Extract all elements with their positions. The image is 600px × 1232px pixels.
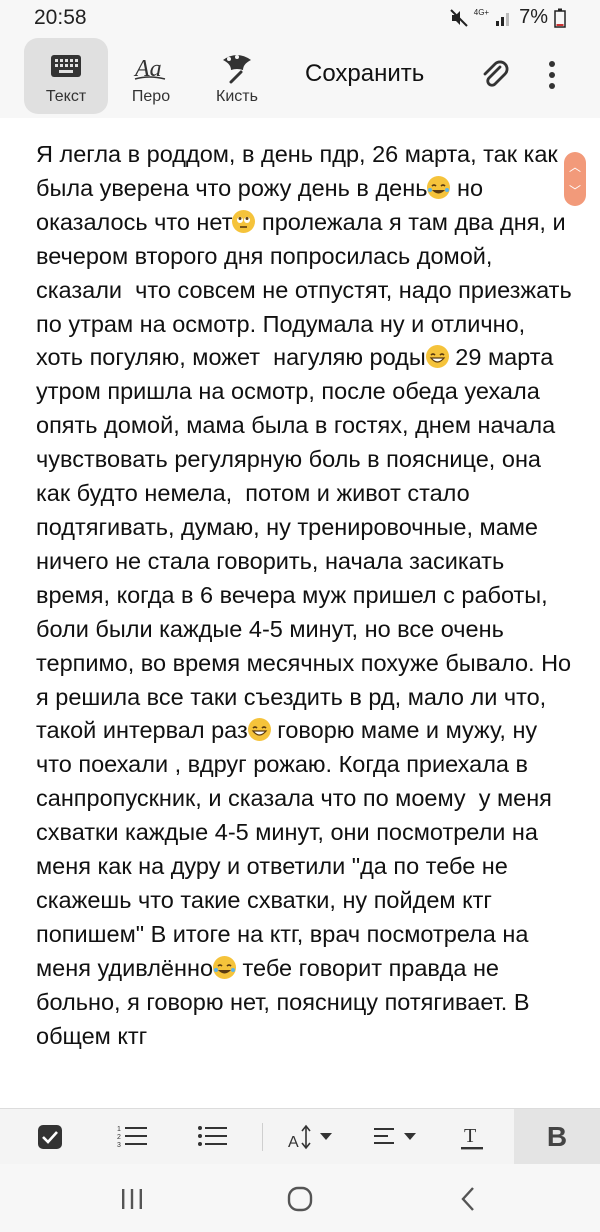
signal-icon xyxy=(496,12,510,26)
note-editor[interactable]: Я легла в роддом, в день пдр, 26 марта, … xyxy=(0,118,600,1108)
laughing-tears-emoji xyxy=(213,955,237,979)
format-divider xyxy=(262,1123,263,1151)
svg-text:A: A xyxy=(288,1134,299,1151)
svg-text:T: T xyxy=(464,1125,476,1147)
more-vertical-icon[interactable] xyxy=(540,58,564,92)
battery-percent: 7% xyxy=(519,6,548,28)
status-bar: 20:58 4G+ 7% xyxy=(0,0,600,36)
svg-text:1: 1 xyxy=(117,1126,121,1133)
note-text-segment: говорю маме и мужу, ну что поехали , вдр… xyxy=(36,717,559,981)
back-icon xyxy=(461,1187,474,1211)
bullet-list-button[interactable] xyxy=(192,1119,232,1155)
laughing-tears-emoji xyxy=(427,175,451,199)
mode-pen-button[interactable]: Aa Перо xyxy=(109,38,193,114)
font-size-icon: A xyxy=(288,1124,332,1151)
numbered-list-icon: 1 2 3 xyxy=(117,1126,147,1149)
chevron-down-icon: ﹀ xyxy=(568,184,581,198)
svg-text:3: 3 xyxy=(117,1142,121,1149)
mode-brush-label: Кисть xyxy=(216,88,258,105)
text-color-button[interactable]: T xyxy=(452,1119,492,1155)
text-color-icon: T xyxy=(461,1125,483,1150)
back-button[interactable] xyxy=(448,1182,488,1216)
chevron-up-icon: ︿ xyxy=(568,160,581,174)
home-button[interactable] xyxy=(280,1182,320,1216)
svg-text:2: 2 xyxy=(117,1134,121,1141)
editor-toolbar: Текст Aa Перо Кисть Сохранить xyxy=(0,36,600,118)
checkbox-icon xyxy=(38,1125,62,1149)
bullet-list-icon xyxy=(198,1126,227,1146)
format-toolbar: 1 2 3 A T B xyxy=(0,1108,600,1165)
note-text-segment: 29 марта утром пришла на осмотр, после о… xyxy=(36,344,578,744)
status-icons: 4G+ 7% xyxy=(450,6,566,29)
status-time: 20:58 xyxy=(34,6,87,29)
align-icon xyxy=(374,1128,416,1144)
network-type: 4G+ xyxy=(473,7,490,17)
grinning-emoji xyxy=(247,718,271,742)
bold-button[interactable]: B xyxy=(514,1109,600,1165)
checkbox-button[interactable] xyxy=(30,1119,70,1155)
mode-text-label: Текст xyxy=(45,88,87,105)
battery-icon xyxy=(554,8,566,28)
pen-text-icon: Aa xyxy=(133,56,166,82)
save-button[interactable]: Сохранить xyxy=(305,60,424,88)
mute-icon xyxy=(450,8,468,27)
mode-text-button[interactable]: Текст xyxy=(24,38,108,114)
mode-pen-label: Перо xyxy=(131,88,171,105)
system-nav-bar xyxy=(0,1164,600,1232)
mode-brush-button[interactable]: Кисть xyxy=(195,38,279,114)
recents-icon xyxy=(122,1189,142,1209)
paperclip-icon[interactable] xyxy=(478,58,512,92)
numbered-list-button[interactable]: 1 2 3 xyxy=(112,1119,152,1155)
note-body[interactable]: Я легла в роддом, в день пдр, 26 марта, … xyxy=(36,138,572,1053)
scroll-handle[interactable]: ︿ ﹀ xyxy=(564,152,586,206)
align-button[interactable] xyxy=(370,1119,426,1155)
brush-icon xyxy=(223,55,251,84)
grinning-emoji xyxy=(425,345,449,369)
recents-button[interactable] xyxy=(112,1182,152,1216)
home-icon xyxy=(287,1186,313,1212)
eye-roll-emoji xyxy=(232,209,256,233)
font-size-button[interactable]: A xyxy=(284,1119,344,1155)
keyboard-icon xyxy=(51,55,81,77)
